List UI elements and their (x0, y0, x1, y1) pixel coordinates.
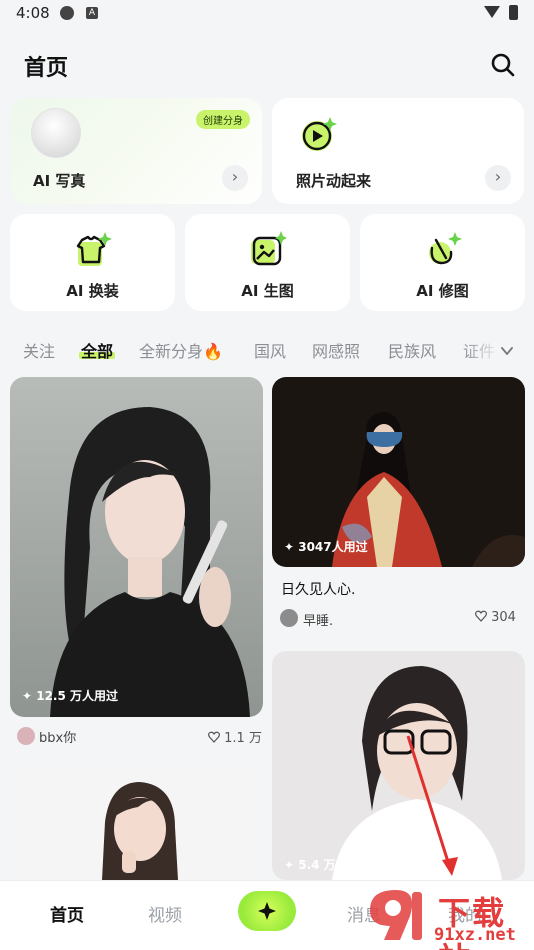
battery-icon (509, 5, 518, 20)
author-avatar[interactable] (17, 727, 35, 745)
photo-animate-label: 照片动起来 (296, 172, 372, 190)
wifi-icon (484, 6, 500, 18)
image-generate-icon (251, 231, 287, 266)
photo-animate-card[interactable]: 照片动起来 › (272, 98, 524, 204)
tab-wangganzhao[interactable]: 网感照 (312, 338, 360, 362)
feed-title[interactable]: 日久见人心. (281, 579, 355, 599)
author-name[interactable]: 早睡. (303, 610, 333, 629)
avatar-bust-image (31, 108, 81, 158)
retouch-icon (429, 232, 462, 265)
nav-video[interactable]: 视频 (148, 901, 182, 926)
tab-new-avatar[interactable]: 全新分身🔥 (139, 338, 223, 362)
heart-icon (475, 610, 487, 622)
used-count-badge: ✦ 5.4 万人用过 (284, 858, 372, 872)
child-portrait-photo (10, 767, 263, 880)
create-avatar-badge: 创建分身 (196, 110, 250, 129)
used-count-badge: ✦ 3047人用过 (284, 540, 368, 554)
play-video-icon (302, 117, 337, 151)
feed-card[interactable]: ✦ 3047人用过 (272, 377, 525, 567)
watermark-logo (370, 890, 422, 940)
chevron-right-icon[interactable]: › (485, 165, 511, 191)
category-tabs: 关注 全部 全新分身🔥 国风 网感照 民族风 证件 (0, 338, 534, 368)
status-bar: 4:08 A (0, 0, 534, 28)
like-count[interactable]: 304 (475, 610, 516, 625)
ai-write-label: AI 写真 (33, 172, 86, 190)
clothing-icon (76, 232, 112, 266)
tab-all[interactable]: 全部 (79, 338, 116, 362)
sparkle-icon (258, 902, 276, 920)
tab-minzufeng[interactable]: 民族风 (388, 338, 436, 362)
tab-follow[interactable]: 关注 (23, 338, 55, 362)
author-avatar[interactable] (280, 609, 298, 627)
sparkle-icon: ✦ (284, 540, 299, 554)
like-count[interactable]: 1.1 万 (208, 727, 262, 746)
tabs-fade (462, 338, 534, 368)
feed-card[interactable]: ✦ 12.5 万人用过 (10, 377, 263, 717)
notification-a-icon: A (86, 7, 98, 19)
author-name[interactable]: bbx你 (39, 727, 76, 746)
ai-generate-card[interactable]: AI 生图 (185, 214, 350, 311)
status-time: 4:08 (16, 4, 50, 22)
ai-swap-label: AI 换装 (66, 282, 119, 300)
ai-write-card[interactable]: 创建分身 AI 写真 › (10, 98, 262, 204)
search-icon[interactable] (490, 52, 516, 78)
tab-guofeng[interactable]: 国风 (254, 338, 286, 362)
heart-icon (208, 731, 220, 743)
feed-card[interactable] (10, 767, 263, 880)
chevron-down-icon[interactable] (500, 344, 514, 358)
sparkle-icon: ✦ (284, 858, 299, 872)
nav-home[interactable]: 首页 (50, 901, 84, 926)
location-icon (60, 6, 74, 20)
ai-swap-card[interactable]: AI 换装 (10, 214, 175, 311)
used-count-badge: ✦ 12.5 万人用过 (22, 689, 119, 703)
chevron-right-icon[interactable]: › (222, 165, 248, 191)
sparkle-icon: ✦ (22, 689, 37, 703)
portrait-photo (10, 377, 263, 717)
ai-retouch-label: AI 修图 (416, 282, 469, 300)
page-title: 首页 (24, 56, 69, 81)
create-button[interactable] (238, 891, 296, 931)
ai-generate-label: AI 生图 (241, 282, 294, 300)
watermark-url: 91xz.net (434, 925, 516, 945)
feed-card[interactable]: ✦ 5.4 万人用过 (272, 651, 525, 880)
glasses-portrait-photo (272, 651, 525, 880)
ai-retouch-card[interactable]: AI 修图 (360, 214, 525, 311)
